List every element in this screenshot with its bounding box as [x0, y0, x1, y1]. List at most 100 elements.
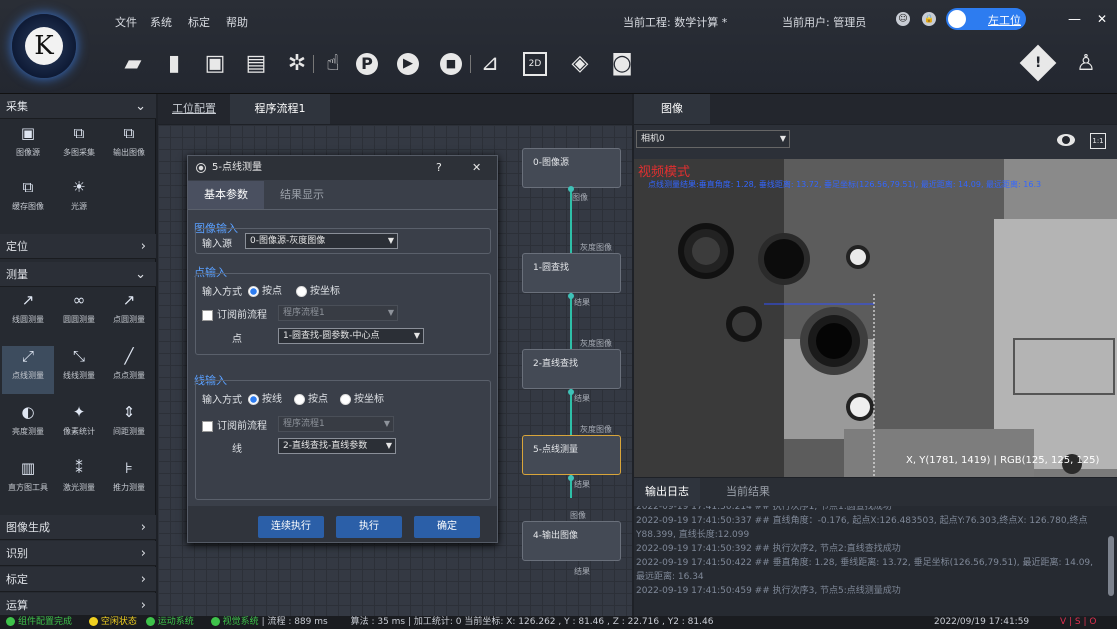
radio-by-line[interactable]: 按线	[248, 390, 282, 405]
tool-cache-image[interactable]: ⧉ 缓存图像	[2, 177, 54, 212]
new-file-icon[interactable]: ▮	[160, 50, 188, 78]
menu-file[interactable]: 文件	[115, 14, 137, 30]
section-calibrate[interactable]: 标定 ›	[0, 567, 156, 592]
3d-icon[interactable]: ◈	[566, 50, 594, 78]
dialog-titlebar[interactable]: 5-点线测量 ? ✕	[188, 156, 497, 180]
warning-icon[interactable]: !	[1019, 44, 1057, 82]
input-source-label: 输入源	[202, 239, 232, 250]
tool-label: 圆圆测量	[63, 315, 95, 324]
tool-output-image[interactable]: ⧉ 输出图像	[103, 123, 155, 158]
minimize-button[interactable]: —	[1068, 12, 1081, 27]
user-icon[interactable]: ☺	[896, 12, 910, 26]
subscribe-checkbox[interactable]: 订阅前流程	[202, 306, 267, 321]
section-locate[interactable]: 定位 ›	[0, 234, 156, 259]
section-recognize[interactable]: 识别 ›	[0, 541, 156, 566]
tool-multi-capture[interactable]: ⧉ 多图采集	[53, 123, 105, 158]
log-list: 2022-09-19 17:41:50:214 ## 执行次序1, 节点1:圆查…	[634, 506, 1104, 598]
save-as-icon[interactable]: ▤	[242, 50, 270, 78]
tool-thrust[interactable]: ⊧ 推力测量	[103, 458, 155, 493]
flow-node-point-line[interactable]: 5-点线测量	[522, 435, 621, 475]
p-icon[interactable]: P	[356, 53, 378, 75]
tool-circle-circle[interactable]: ∞ 圆圆测量	[53, 290, 105, 325]
tool-point-circle[interactable]: ↗ 点圆测量	[103, 290, 155, 325]
section-acquisition[interactable]: 采集 ⌄	[0, 94, 156, 119]
tool-image-source[interactable]: ▣ 图像源	[2, 123, 54, 158]
flow-node-line-find[interactable]: 2-直线查找	[522, 349, 621, 389]
confirm-button[interactable]: 确定	[414, 516, 480, 538]
tool-pixel-stats[interactable]: ✦ 像素统计	[53, 402, 105, 437]
section-label: 运算	[6, 599, 28, 612]
help-button[interactable]: ?	[436, 156, 442, 180]
continuous-run-button[interactable]: 连续执行	[258, 516, 324, 538]
image-viewer[interactable]: 视频模式 点线测量结果:垂直角度: 1.28, 垂线距离: 13.72, 垂足坐…	[634, 159, 1117, 477]
lock-icon[interactable]: 🔒	[922, 12, 936, 26]
flow-node-circle-find[interactable]: 1-圆查找	[522, 253, 621, 293]
radio-label: 按坐标	[354, 394, 384, 405]
camera-icon[interactable]: ◙	[608, 50, 636, 78]
radio-icon	[248, 393, 259, 405]
radio-by-coordinate-line[interactable]: 按坐标	[340, 390, 384, 405]
tab-basic-params[interactable]: 基本参数	[188, 181, 264, 209]
ratio-button[interactable]: 1:1	[1090, 133, 1106, 149]
menu-system[interactable]: 系统	[150, 14, 172, 30]
tool-line-circle[interactable]: ↗ 线圆测量	[2, 290, 54, 325]
play-icon[interactable]: ▶	[397, 53, 419, 75]
chart-icon[interactable]: ⊿	[476, 50, 504, 78]
save-icon[interactable]: ▣	[201, 50, 229, 78]
line-flow-select[interactable]: 程序流程1 ▼	[278, 416, 394, 432]
eye-icon[interactable]	[1057, 134, 1075, 146]
point-flow-select[interactable]: 程序流程1 ▼	[278, 305, 398, 321]
dialog-close-button[interactable]: ✕	[472, 156, 481, 180]
section-measure[interactable]: 测量 ⌄	[0, 262, 156, 287]
log-line: 2022-09-19 17:41:50:459 ## 执行次序3, 节点5:点线…	[636, 586, 901, 596]
output-log[interactable]: 2022-09-19 17:41:50:214 ## 执行次序1, 节点1:圆查…	[634, 506, 1117, 616]
close-button[interactable]: ✕	[1097, 12, 1107, 26]
radio-by-coordinate[interactable]: 按坐标	[296, 282, 340, 297]
section-compute[interactable]: 运算 ›	[0, 593, 156, 616]
camera-select[interactable]: 相机0 ▼	[636, 130, 790, 148]
tab-current-result[interactable]: 当前结果	[710, 478, 786, 506]
subscribe-checkbox-line[interactable]: 订阅前流程	[202, 417, 267, 432]
tool-line-line[interactable]: ⤡ 线线测量	[53, 346, 105, 381]
section-image-gen[interactable]: 图像生成 ›	[0, 515, 156, 540]
tool-histogram[interactable]: ▥ 直方图工具	[2, 458, 54, 493]
tool-label: 间距测量	[113, 427, 145, 436]
menu-help[interactable]: 帮助	[226, 14, 248, 30]
tool-point-point[interactable]: ╱ 点点测量	[103, 346, 155, 381]
tab-station-config[interactable]: 工位配置	[164, 94, 224, 124]
folder-open-icon[interactable]: ▰	[119, 50, 147, 78]
chevron-right-icon: ›	[140, 520, 146, 535]
tool-label: 推力测量	[113, 483, 145, 492]
menu-calibrate[interactable]: 标定	[188, 14, 210, 30]
radio-by-point[interactable]: 按点	[248, 282, 282, 297]
station-toggle[interactable]: 左工位	[946, 8, 1026, 30]
alarm-bell-icon[interactable]: ♙	[1072, 50, 1100, 78]
tool-spacing[interactable]: ⇕ 间距测量	[103, 402, 155, 437]
flow-node-output-image[interactable]: 4-输出图像	[522, 521, 621, 561]
radio-by-point-line[interactable]: 按点	[294, 390, 328, 405]
run-button[interactable]: 执行	[336, 516, 402, 538]
port-label: 灰度图像	[580, 425, 612, 434]
tool-brightness[interactable]: ◐ 亮度测量	[2, 402, 54, 437]
flow-tabbar: 工位配置 程序流程1	[158, 94, 632, 124]
log-scrollbar[interactable]	[1108, 536, 1114, 596]
tool-light-source[interactable]: ☀ 光源	[53, 177, 105, 212]
tab-result-display[interactable]: 结果显示	[264, 181, 340, 209]
status-bar: 组件配置完成 空闲状态 运动系统 视觉系统 | 流程 : 889 ms 算法 :…	[0, 616, 1117, 629]
hand-icon[interactable]: ☝	[319, 50, 347, 78]
tab-image[interactable]: 图像	[634, 94, 710, 124]
tool-label: 输出图像	[113, 148, 145, 157]
flow-node-image-source[interactable]: 0-图像源	[522, 148, 621, 188]
circle-circle-icon: ∞	[72, 291, 86, 309]
stop-icon[interactable]: ■	[440, 53, 462, 75]
input-source-select[interactable]: 0-图像源-灰度图像 ▼	[245, 233, 398, 249]
measure-result-overlay: 点线测量结果:垂直角度: 1.28, 垂线距离: 13.72, 垂足坐标(126…	[648, 180, 1042, 189]
tool-laser[interactable]: ⁑ 激光测量	[53, 458, 105, 493]
tool-point-line[interactable]: ⤢ 点线测量	[2, 346, 54, 394]
2d-icon[interactable]: 2D	[523, 52, 547, 76]
line-select[interactable]: 2-直线查找-直线参数 ▼	[278, 438, 396, 454]
tab-flow-1[interactable]: 程序流程1	[230, 94, 330, 124]
tab-output-log[interactable]: 输出日志	[634, 478, 700, 506]
point-select[interactable]: 1-圆查找-圆参数-中心点 ▼	[278, 328, 424, 344]
gear-run-icon[interactable]: ✲	[283, 50, 311, 78]
